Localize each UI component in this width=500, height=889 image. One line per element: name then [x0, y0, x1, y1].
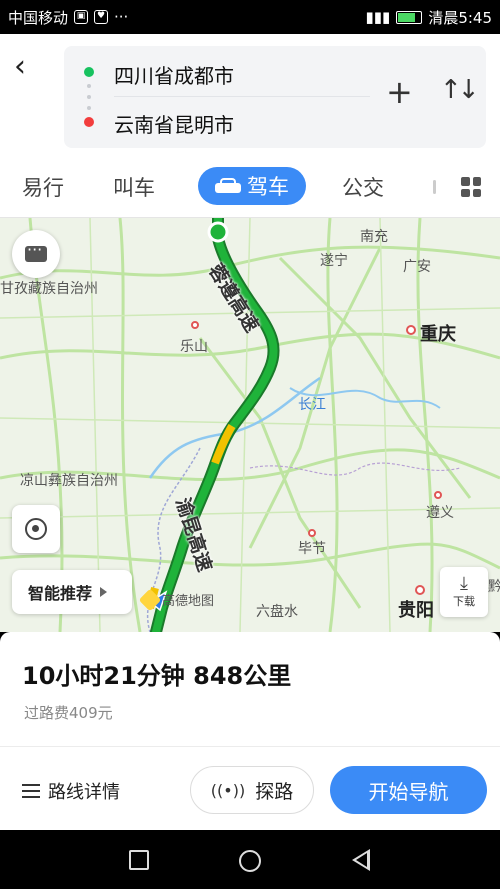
clock: 清晨5:45: [428, 8, 492, 27]
smart-recommend-button[interactable]: 智能推荐: [12, 570, 132, 614]
map-label-suining: 遂宁: [320, 253, 348, 269]
destination-field[interactable]: 云南省昆明市: [114, 109, 234, 138]
route-dots-icon: [87, 84, 91, 110]
map-label-ganzi: 甘孜藏族自治州: [0, 281, 98, 297]
map-label-bijie: 毕节: [298, 541, 326, 557]
toll-fee: 过路费409元: [24, 704, 113, 722]
divider: [114, 96, 370, 97]
route-header: ‹ 四川省成都市 云南省昆明市 + ↑↓: [0, 34, 500, 158]
explore-route-label: 探路: [255, 780, 294, 803]
route-card: 四川省成都市 云南省昆明市 + ↑↓: [64, 46, 486, 148]
play-arrow-icon: [100, 587, 108, 597]
start-navigation-button[interactable]: 开始导航: [330, 766, 487, 814]
map-label-guiyang: 贵阳: [398, 600, 434, 621]
route-summary-sheet: 10小时21分钟 848公里 过路费409元 路线详情 ((•)) 探路 开始导…: [0, 632, 500, 830]
tab-separator: [433, 180, 436, 194]
battery-icon: [396, 10, 423, 24]
tab-drive-label: 驾车: [247, 175, 289, 199]
signal-icon: ▮▮▮: [365, 8, 391, 26]
destination-dot-icon: [84, 117, 94, 127]
amap-brand: 高德地图: [138, 588, 215, 611]
download-map-button[interactable]: ⤓ 下载: [440, 567, 488, 617]
map-label-liupanshui: 六盘水: [256, 604, 298, 620]
swap-route-button[interactable]: ↑↓: [440, 74, 480, 106]
download-icon: ⤓: [460, 573, 468, 594]
explore-route-button[interactable]: ((•)) 探路: [190, 766, 314, 814]
tab-yixing[interactable]: 易行: [22, 172, 64, 202]
feedback-button[interactable]: [12, 230, 60, 278]
status-bar: 中国移动 ▣ ♥ ··· ▮▮▮ 清晨5:45: [0, 0, 500, 34]
download-label: 下载: [453, 595, 475, 608]
route-duration-distance: 10小时21分钟 848公里: [22, 662, 292, 690]
notification-icon: ▣: [74, 10, 89, 24]
locate-button[interactable]: [12, 505, 60, 553]
amap-logo-icon: [138, 588, 162, 611]
mode-tabs: 易行 叫车 驾车 公交: [0, 158, 500, 218]
system-nav-bar: [0, 830, 500, 889]
divider: [0, 746, 500, 747]
home-button[interactable]: [239, 850, 261, 872]
map-label-zunyi: 遵义: [426, 505, 454, 521]
back-nav-button[interactable]: [352, 849, 370, 871]
route-details-label: 路线详情: [48, 782, 120, 803]
add-waypoint-button[interactable]: +: [386, 76, 413, 108]
back-button[interactable]: ‹: [14, 52, 50, 88]
recent-apps-button[interactable]: [129, 850, 149, 870]
more-modes-grid-icon[interactable]: [461, 177, 481, 197]
origin-dot-icon: [84, 67, 94, 77]
health-icon: ♥: [94, 10, 109, 24]
car-icon: [215, 177, 241, 195]
list-icon: [22, 784, 40, 798]
amap-brand-label: 高德地图: [162, 594, 215, 609]
origin-field[interactable]: 四川省成都市: [114, 60, 234, 89]
tab-drive[interactable]: 驾车: [198, 167, 306, 205]
tab-bus[interactable]: 公交: [342, 172, 384, 202]
map-label-qian: 黔: [488, 579, 500, 595]
map-label-chongqing: 重庆: [420, 324, 456, 345]
smart-recommend-label: 智能推荐: [28, 584, 93, 603]
map-label-changjiang: 长江: [298, 397, 326, 413]
tab-jiaoche[interactable]: 叫车: [113, 172, 155, 202]
broadcast-icon: ((•)): [210, 780, 246, 800]
map-label-nanchong: 南充: [360, 229, 388, 245]
map-label-guangan: 广安: [403, 259, 431, 275]
map-label-leshan: 乐山: [180, 339, 208, 355]
dots-icon: ···: [114, 8, 129, 26]
route-details-button[interactable]: 路线详情: [22, 778, 120, 804]
carrier-label: 中国移动: [8, 8, 69, 27]
locate-icon: [25, 518, 47, 540]
map-label-liangshan: 凉山彝族自治州: [20, 473, 118, 489]
chat-bubble-icon: [25, 240, 47, 262]
